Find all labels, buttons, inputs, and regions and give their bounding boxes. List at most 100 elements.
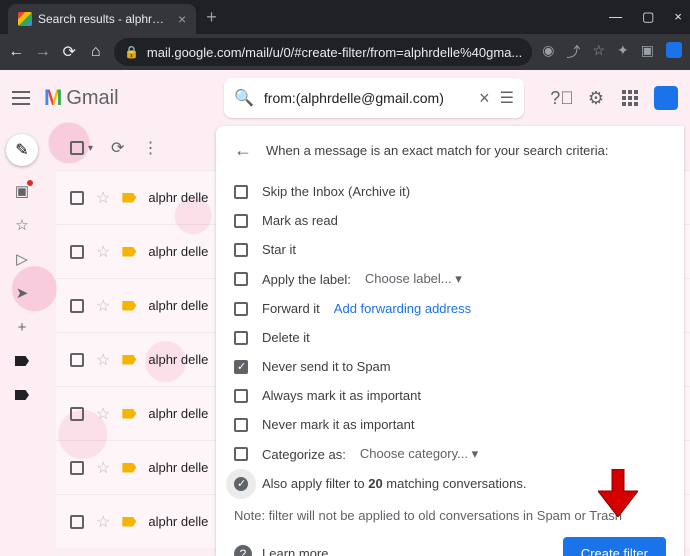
mark-read-checkbox[interactable] — [234, 214, 248, 228]
starred-icon[interactable]: ☆ — [13, 216, 31, 234]
star-icon[interactable]: ☆ — [96, 512, 110, 532]
sender-name: alphr delle — [148, 298, 208, 313]
forward-it-checkbox[interactable] — [234, 302, 248, 316]
close-window-icon[interactable]: × — [674, 9, 682, 25]
categorize-label[interactable]: Categorize as: — [262, 447, 346, 462]
never-spam-label[interactable]: Never send it to Spam — [262, 359, 391, 374]
panel-heading: When a message is an exact match for you… — [266, 143, 608, 158]
also-apply-checkbox[interactable] — [234, 477, 248, 491]
never-important-label[interactable]: Never mark it as important — [262, 417, 414, 432]
delete-it-checkbox[interactable] — [234, 331, 248, 345]
label-2-icon[interactable] — [13, 386, 31, 404]
always-important-label[interactable]: Always mark it as important — [262, 388, 421, 403]
row-checkbox[interactable] — [70, 515, 84, 529]
forward-icon[interactable]: → — [34, 43, 50, 61]
star-bookmark-icon[interactable]: ☆ — [592, 42, 605, 62]
select-all-dropdown[interactable]: ▾ — [88, 143, 93, 154]
address-bar[interactable]: 🔒 mail.google.com/mail/u/0/#create-filte… — [114, 38, 532, 66]
gmail-m-icon: M — [44, 85, 62, 111]
categorize-checkbox[interactable] — [234, 447, 248, 461]
search-input[interactable]: from:(alphrdelle@gmail.com) — [264, 90, 469, 106]
browser-tab[interactable]: Search results - alphr101@gmail × — [8, 4, 196, 34]
skip-inbox-checkbox[interactable] — [234, 185, 248, 199]
account-avatar[interactable] — [654, 86, 678, 110]
create-filter-button[interactable]: Create filter — [563, 537, 666, 556]
star-icon[interactable]: ☆ — [96, 350, 110, 370]
filter-panel: ← When a message is an exact match for y… — [216, 126, 684, 556]
row-checkbox[interactable] — [70, 191, 84, 205]
minimize-icon[interactable]: — — [609, 9, 622, 25]
always-important-checkbox[interactable] — [234, 389, 248, 403]
importance-icon[interactable] — [122, 463, 136, 473]
apply-label-checkbox[interactable] — [234, 272, 248, 286]
apps-icon[interactable] — [620, 88, 640, 108]
share-extension-icon[interactable]: ⤴ — [566, 42, 580, 62]
tune-icon[interactable]: ☰ — [500, 88, 514, 108]
choose-label-dropdown[interactable]: Choose label... ▾ — [365, 271, 462, 287]
gmail-logo-text: Gmail — [66, 87, 118, 110]
star-icon[interactable]: ☆ — [96, 188, 110, 208]
star-it-label[interactable]: Star it — [262, 242, 296, 257]
help-icon[interactable]: ?⃝ — [552, 88, 572, 108]
star-icon[interactable]: ☆ — [96, 296, 110, 316]
star-icon[interactable]: ☆ — [96, 404, 110, 424]
more-options-icon[interactable]: ⋮ — [142, 138, 158, 158]
compose-button[interactable]: ✎ — [6, 134, 38, 166]
mark-read-label[interactable]: Mark as read — [262, 213, 338, 228]
search-icon[interactable]: 🔍 — [234, 88, 254, 108]
maximize-icon[interactable]: ▢ — [642, 9, 654, 25]
row-checkbox[interactable] — [70, 407, 84, 421]
more-icon[interactable]: + — [13, 318, 31, 336]
forward-it-label[interactable]: Forward it — [262, 301, 320, 316]
importance-icon[interactable] — [122, 517, 136, 527]
sender-name: alphr delle — [148, 244, 208, 259]
menu-icon[interactable] — [12, 91, 30, 105]
sent-icon[interactable]: ➤ — [13, 284, 31, 302]
panel-back-icon[interactable]: ← — [234, 140, 252, 161]
back-icon[interactable]: ← — [8, 43, 24, 61]
inbox-icon[interactable]: ▣ — [13, 182, 31, 200]
star-icon[interactable]: ☆ — [96, 458, 110, 478]
lock-icon: 🔒 — [124, 45, 139, 59]
apply-label-label[interactable]: Apply the label: — [262, 272, 351, 287]
reload-icon[interactable]: ⟳ — [61, 42, 77, 62]
importance-icon[interactable] — [122, 301, 136, 311]
delete-it-label[interactable]: Delete it — [262, 330, 310, 345]
add-forwarding-link[interactable]: Add forwarding address — [334, 301, 471, 316]
sender-name: alphr delle — [148, 352, 208, 367]
alphr-extension-icon[interactable] — [666, 42, 682, 58]
search-box[interactable]: 🔍 from:(alphrdelle@gmail.com) × ☰ — [224, 78, 524, 118]
skip-inbox-label[interactable]: Skip the Inbox (Archive it) — [262, 184, 410, 199]
sender-name: alphr delle — [148, 514, 208, 529]
close-tab-icon[interactable]: × — [178, 11, 186, 27]
shield-extension-icon[interactable]: ▣ — [641, 42, 654, 62]
never-important-checkbox[interactable] — [234, 418, 248, 432]
label-1-icon[interactable] — [13, 352, 31, 370]
snoozed-icon[interactable]: ▷ — [13, 250, 31, 268]
refresh-icon[interactable]: ⟳ — [111, 138, 124, 158]
sender-name: alphr delle — [148, 460, 208, 475]
row-checkbox[interactable] — [70, 245, 84, 259]
importance-icon[interactable] — [122, 355, 136, 365]
clear-search-icon[interactable]: × — [479, 88, 490, 109]
importance-icon[interactable] — [122, 247, 136, 257]
help-icon[interactable]: ? — [234, 545, 252, 556]
choose-category-dropdown[interactable]: Choose category... ▾ — [360, 446, 478, 462]
new-tab-button[interactable]: + — [206, 7, 217, 28]
importance-icon[interactable] — [122, 193, 136, 203]
learn-more-link[interactable]: Learn more — [262, 546, 328, 556]
row-checkbox[interactable] — [70, 299, 84, 313]
select-all-checkbox[interactable] — [70, 141, 84, 155]
gmail-logo[interactable]: M Gmail — [44, 85, 119, 111]
star-icon[interactable]: ☆ — [96, 242, 110, 262]
importance-icon[interactable] — [122, 409, 136, 419]
eye-extension-icon[interactable]: ◉ — [542, 42, 554, 62]
also-apply-label[interactable]: Also apply filter to 20 matching convers… — [262, 476, 526, 491]
row-checkbox[interactable] — [70, 461, 84, 475]
never-spam-checkbox[interactable] — [234, 360, 248, 374]
settings-icon[interactable]: ⚙ — [586, 88, 606, 108]
home-icon[interactable]: ⌂ — [87, 43, 103, 61]
star-it-checkbox[interactable] — [234, 243, 248, 257]
puzzle-extension-icon[interactable]: ✦ — [617, 42, 629, 62]
row-checkbox[interactable] — [70, 353, 84, 367]
